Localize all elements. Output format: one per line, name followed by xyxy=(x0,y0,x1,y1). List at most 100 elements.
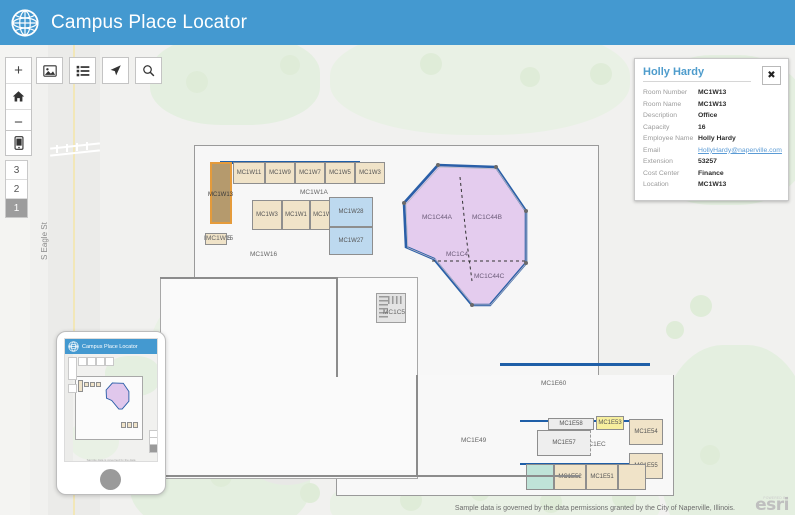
mobile-toolbar-basemap xyxy=(78,357,87,366)
room xyxy=(90,382,95,387)
room-label: MC1W27 xyxy=(338,238,364,244)
field-value: Holly Hardy xyxy=(698,135,736,142)
mobile-zoom-controls xyxy=(68,357,77,380)
room-label: MC1E60 xyxy=(541,380,567,387)
field-key: Employee Name xyxy=(643,135,694,142)
room-label: MC1W28 xyxy=(338,209,364,215)
polygon-label: MC1C44C xyxy=(474,273,505,280)
polygon-label: MC1C4 xyxy=(446,251,469,258)
room-label: MC1E57 xyxy=(552,440,576,446)
popup-row: Email HollyHardy@naperville.com xyxy=(643,145,782,157)
mobile-device-icon xyxy=(13,136,24,150)
room xyxy=(84,382,89,387)
room xyxy=(78,380,83,392)
room[interactable]: MC1E54 xyxy=(629,419,663,445)
locate-arrow-icon xyxy=(110,65,121,76)
popup-row: Extension 53257 xyxy=(643,156,780,168)
field-key: Room Number xyxy=(643,89,688,96)
room[interactable]: MC1E52 xyxy=(554,464,586,490)
room[interactable]: MC1W7 xyxy=(295,162,325,184)
room[interactable] xyxy=(526,464,554,490)
popup-row: Employee Name Holly Hardy xyxy=(643,133,780,145)
search-icon xyxy=(143,65,155,77)
locate-button[interactable] xyxy=(102,57,129,84)
exterior-wall-north xyxy=(500,363,650,366)
popup-row: Cost Center Finance xyxy=(643,168,780,180)
field-value: 53257 xyxy=(698,158,717,165)
globe-icon xyxy=(11,8,39,37)
room[interactable]: MC1E51 xyxy=(586,464,618,490)
mobile-preview-screen: Campus Place Locator Sample data is gove… xyxy=(64,338,158,462)
room[interactable]: MC1E53 xyxy=(596,416,624,430)
room[interactable]: MC1W27 xyxy=(329,227,373,255)
field-key: Email xyxy=(643,146,660,154)
room[interactable]: MC1W11 xyxy=(233,162,265,184)
room-selected[interactable]: MC1W13 xyxy=(208,162,233,224)
tree-symbol xyxy=(690,295,712,317)
tree-symbol xyxy=(186,71,208,93)
crosswalk xyxy=(86,142,88,150)
page-title: Campus Place Locator xyxy=(51,11,248,33)
attribution-text: Sample data is governed by the data perm… xyxy=(454,505,735,512)
basemap-button[interactable] xyxy=(36,57,63,84)
search-button[interactable] xyxy=(135,57,162,84)
basemap-image-icon xyxy=(42,64,57,77)
room[interactable]: MC1W1 xyxy=(282,200,310,230)
popup-row: Location MC1W13 xyxy=(643,179,780,191)
floor-button-1[interactable]: 1 xyxy=(6,199,27,217)
room-label: MC1E54 xyxy=(634,429,658,435)
room[interactable]: MC1W5 xyxy=(325,162,355,184)
room-label: MC1W1 xyxy=(285,212,307,218)
room xyxy=(121,422,126,428)
room[interactable] xyxy=(618,464,646,490)
home-button[interactable] xyxy=(6,84,31,110)
polygon-label: MC1C44B xyxy=(472,214,502,221)
room[interactable]: MC1W28 xyxy=(329,197,373,227)
tree-symbol xyxy=(280,55,300,75)
legend-button[interactable] xyxy=(69,57,96,84)
field-value: Finance xyxy=(698,169,724,177)
room[interactable]: MC1W9 xyxy=(265,162,295,184)
room-label: MC1W15 xyxy=(206,235,234,242)
room[interactable]: MC1E57 xyxy=(537,430,591,456)
field-value: MC1W13 xyxy=(698,89,727,96)
room-label: MC1E49 xyxy=(461,437,487,444)
floor-selector: 3 2 1 xyxy=(5,160,28,218)
field-value: 16 xyxy=(698,123,706,131)
atrium-polygon-group[interactable]: MC1C44A MC1C44B MC1C44C MC1C4 xyxy=(398,163,548,318)
mobile-home-button[interactable] xyxy=(100,469,121,490)
room-label: MC1W9 xyxy=(269,170,291,176)
room-label: MC1W1A xyxy=(300,189,328,196)
field-key: Room Name xyxy=(643,100,682,108)
close-icon[interactable]: ✖ xyxy=(762,66,781,85)
room[interactable]: MC1W3 xyxy=(252,200,282,230)
mobile-floor-1 xyxy=(149,444,157,453)
room[interactable]: MC1W3 xyxy=(355,162,385,184)
popup-row: Description Office xyxy=(643,110,780,122)
field-value: MC1W13 xyxy=(698,100,727,108)
crosswalk xyxy=(66,144,68,152)
mobile-preview-button[interactable] xyxy=(5,130,32,156)
atrium-polygon xyxy=(105,382,130,410)
email-link[interactable]: HollyHardy@naperville.com xyxy=(698,145,782,157)
corridor-wall xyxy=(416,375,418,477)
floor-button-3[interactable]: 3 xyxy=(6,161,27,180)
globe-icon xyxy=(68,341,79,352)
floor-button-2[interactable]: 2 xyxy=(6,180,27,199)
mobile-toolbar-search xyxy=(105,357,114,366)
esri-logo: esri xyxy=(755,495,789,515)
room-label: MC1W7 xyxy=(299,170,321,176)
room xyxy=(133,422,138,428)
mobile-preview-panel[interactable]: Campus Place Locator Sample data is gove… xyxy=(56,331,166,495)
map-footer: Sample data is governed by the data perm… xyxy=(0,495,795,515)
room-label: MC1W5 xyxy=(329,170,351,176)
popup-row: Room Name MC1W13 xyxy=(643,99,780,111)
zoom-in-button[interactable]: + xyxy=(6,58,31,84)
mobile-preview-header: Campus Place Locator xyxy=(65,339,157,354)
corridor-wall xyxy=(160,475,580,477)
room-label: MC1W3 xyxy=(256,212,278,218)
room[interactable]: MC1E58 xyxy=(548,418,594,430)
map-toolbar xyxy=(36,57,162,84)
feature-popup: Holly Hardy ✖ Room Number MC1W13 Room Na… xyxy=(634,58,789,201)
vegetation-patch xyxy=(660,345,795,515)
